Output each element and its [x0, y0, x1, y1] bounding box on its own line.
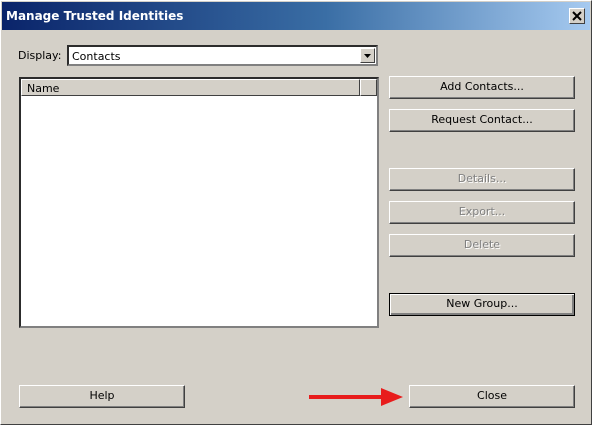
column-header-label: Name: [27, 82, 60, 95]
title-close-button[interactable]: [569, 8, 585, 24]
dropdown-arrow-button[interactable]: [360, 48, 375, 63]
details-button[interactable]: Details...: [389, 168, 575, 191]
red-arrow-annotation: [309, 388, 403, 406]
close-button[interactable]: Close: [409, 385, 575, 408]
new-group-button[interactable]: New Group...: [389, 293, 575, 316]
display-selected-value: Contacts: [72, 50, 121, 63]
display-dropdown[interactable]: Contacts: [67, 45, 378, 66]
column-header-filler: [360, 79, 377, 96]
chevron-down-icon: [364, 53, 371, 58]
dialog-title: Manage Trusted Identities: [6, 9, 184, 23]
display-label: Display:: [18, 49, 62, 62]
help-button[interactable]: Help: [19, 385, 185, 408]
column-header-name[interactable]: Name: [21, 79, 360, 96]
request-contact-button[interactable]: Request Contact...: [389, 109, 575, 132]
title-bar[interactable]: Manage Trusted Identities: [2, 2, 590, 30]
manage-trusted-identities-dialog: Manage Trusted Identities Display: Conta…: [0, 0, 592, 425]
delete-button[interactable]: Delete: [389, 234, 575, 257]
identities-list[interactable]: Name: [19, 77, 379, 328]
export-button[interactable]: Export...: [389, 201, 575, 224]
add-contacts-button[interactable]: Add Contacts...: [389, 76, 575, 99]
close-icon: [572, 11, 582, 21]
